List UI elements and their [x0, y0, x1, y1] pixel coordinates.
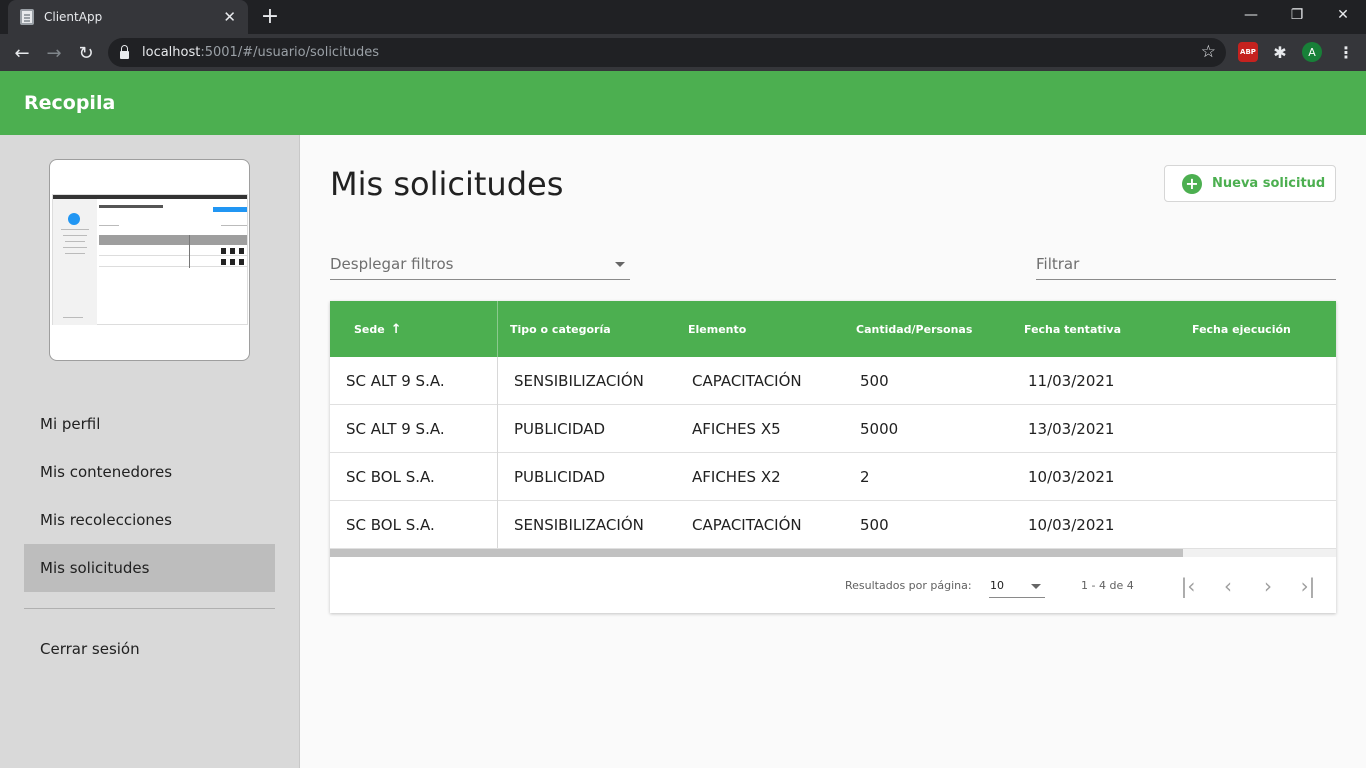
column-header-fecha-tentativa[interactable]: Fecha tentativa [1024, 301, 1121, 357]
cell-elemento: CAPACITACIÓN [692, 372, 802, 390]
column-header-sede-label: Sede [354, 322, 385, 336]
plus-circle-icon: + [1182, 173, 1202, 194]
dropdown-arrow-icon [615, 262, 625, 267]
back-arrow-icon[interactable]: ← [10, 41, 34, 65]
cell-cantidad: 500 [860, 516, 889, 534]
browser-toolbar: ← → ↻ localhost:5001/#/usuario/solicitud… [0, 34, 1366, 71]
cell-elemento: AFICHES X5 [692, 420, 781, 438]
cell-sede: SC BOL S.A. [346, 468, 435, 486]
profile-image [49, 159, 250, 361]
table-row[interactable]: SC BOL S.A. PUBLICIDAD AFICHES X2 2 10/0… [330, 453, 1336, 501]
table-row[interactable]: SC ALT 9 S.A. PUBLICIDAD AFICHES X5 5000… [330, 405, 1336, 453]
cell-fecha-tentativa: 10/03/2021 [1028, 468, 1115, 486]
table-header: Sede ↑ Tipo o categoría Elemento Cantida… [330, 301, 1336, 357]
chevron-left-icon[interactable]: ‹ [1213, 571, 1243, 601]
forward-arrow-icon[interactable]: → [42, 41, 66, 65]
profile-image-screenshot [52, 194, 248, 325]
sidebar-item-mis-recolecciones[interactable]: Mis recolecciones [24, 496, 275, 544]
column-header-fecha-ejecucion[interactable]: Fecha ejecución [1192, 301, 1291, 357]
browser-menu-icon[interactable]: ⋮ [1336, 42, 1356, 62]
browser-tab[interactable]: ClientApp ✕ [8, 0, 248, 34]
filter-input-placeholder: Filtrar [1036, 255, 1080, 273]
lock-icon [120, 44, 129, 59]
scrollbar-thumb[interactable] [330, 549, 1183, 557]
address-bar[interactable]: localhost:5001/#/usuario/solicitudes ☆ [108, 38, 1226, 67]
column-header-sede[interactable]: Sede ↑ [354, 301, 402, 357]
url-path: :5001/#/usuario/solicitudes [200, 45, 380, 60]
cell-fecha-tentativa: 13/03/2021 [1028, 420, 1115, 438]
cell-elemento: CAPACITACIÓN [692, 516, 802, 534]
cell-fecha-tentativa: 10/03/2021 [1028, 516, 1115, 534]
sidebar-item-mis-contenedores[interactable]: Mis contenedores [24, 448, 275, 496]
close-window-icon[interactable]: ✕ [1320, 0, 1366, 30]
cell-elemento: AFICHES X2 [692, 468, 781, 486]
sticky-column-divider [497, 357, 498, 548]
table-row[interactable]: SC BOL S.A. SENSIBILIZACIÓN CAPACITACIÓN… [330, 501, 1336, 549]
close-tab-icon[interactable]: ✕ [223, 9, 236, 25]
last-page-icon[interactable]: ›| [1293, 571, 1323, 601]
adblock-extension-icon[interactable]: ABP [1238, 42, 1258, 62]
cell-cantidad: 2 [860, 468, 870, 486]
page-size-label: Resultados por página: [845, 579, 972, 592]
url-host: localhost [142, 45, 201, 60]
restore-window-icon[interactable]: ❐ [1274, 0, 1320, 30]
table-row[interactable]: SC ALT 9 S.A. SENSIBILIZACIÓN CAPACITACI… [330, 357, 1336, 405]
browser-tabstrip: ClientApp ✕ + — ❐ ✕ [0, 0, 1366, 34]
page-range: 1 - 4 de 4 [1081, 579, 1134, 592]
column-header-elemento[interactable]: Elemento [688, 301, 746, 357]
column-header-tipo[interactable]: Tipo o categoría [510, 301, 611, 357]
sidebar-divider [24, 608, 275, 609]
cell-tipo: PUBLICIDAD [514, 468, 606, 486]
sidebar-item-mi-perfil[interactable]: Mi perfil [24, 400, 275, 448]
sidebar: Mi perfil Mis contenedores Mis recolecci… [0, 135, 300, 768]
sidebar-item-mis-solicitudes[interactable]: Mis solicitudes [24, 544, 275, 592]
page-title: Mis solicitudes [330, 165, 564, 203]
new-request-label: Nueva solicitud [1212, 176, 1326, 191]
minimize-window-icon[interactable]: — [1228, 0, 1274, 30]
cell-cantidad: 5000 [860, 420, 899, 438]
reload-icon[interactable]: ↻ [74, 41, 98, 65]
cell-tipo: SENSIBILIZACIÓN [514, 372, 644, 390]
filters-dropdown-label: Desplegar filtros [330, 255, 454, 273]
filters-dropdown[interactable]: Desplegar filtros [330, 250, 630, 280]
header-column-divider [497, 301, 498, 357]
profile-avatar[interactable]: A [1302, 42, 1322, 62]
cell-cantidad: 500 [860, 372, 889, 390]
cell-sede: SC BOL S.A. [346, 516, 435, 534]
star-icon[interactable]: ☆ [1201, 42, 1216, 62]
first-page-icon[interactable]: |‹ [1173, 571, 1203, 601]
page-size-select[interactable]: 10 [989, 574, 1045, 598]
cell-tipo: SENSIBILIZACIÓN [514, 516, 644, 534]
arrow-upward-icon: ↑ [390, 321, 402, 337]
main-content: Mis solicitudes + Nueva solicitud Desple… [300, 135, 1366, 768]
tab-title: ClientApp [44, 10, 103, 24]
page-size-value: 10 [990, 579, 1004, 592]
app-brand[interactable]: Recopila [24, 92, 115, 114]
new-tab-button[interactable]: + [258, 5, 282, 29]
cell-fecha-tentativa: 11/03/2021 [1028, 372, 1115, 390]
filter-input[interactable]: Filtrar [1036, 250, 1336, 280]
cell-sede: SC ALT 9 S.A. [346, 372, 445, 390]
chevron-right-icon[interactable]: › [1253, 571, 1283, 601]
app-header: Recopila [0, 71, 1366, 135]
cell-sede: SC ALT 9 S.A. [346, 420, 445, 438]
paginator: Resultados por página: 10 1 - 4 de 4 |‹ … [330, 557, 1336, 613]
requests-table: Sede ↑ Tipo o categoría Elemento Cantida… [330, 301, 1336, 613]
cell-tipo: PUBLICIDAD [514, 420, 606, 438]
puzzle-icon[interactable]: ✱ [1270, 42, 1290, 62]
new-request-button[interactable]: + Nueva solicitud [1164, 165, 1336, 202]
dropdown-arrow-icon [1031, 584, 1041, 589]
column-header-cantidad[interactable]: Cantidad/Personas [856, 301, 972, 357]
page-favicon-icon [20, 9, 34, 25]
sidebar-item-cerrar-sesion[interactable]: Cerrar sesión [24, 625, 275, 673]
horizontal-scrollbar[interactable] [330, 549, 1336, 557]
